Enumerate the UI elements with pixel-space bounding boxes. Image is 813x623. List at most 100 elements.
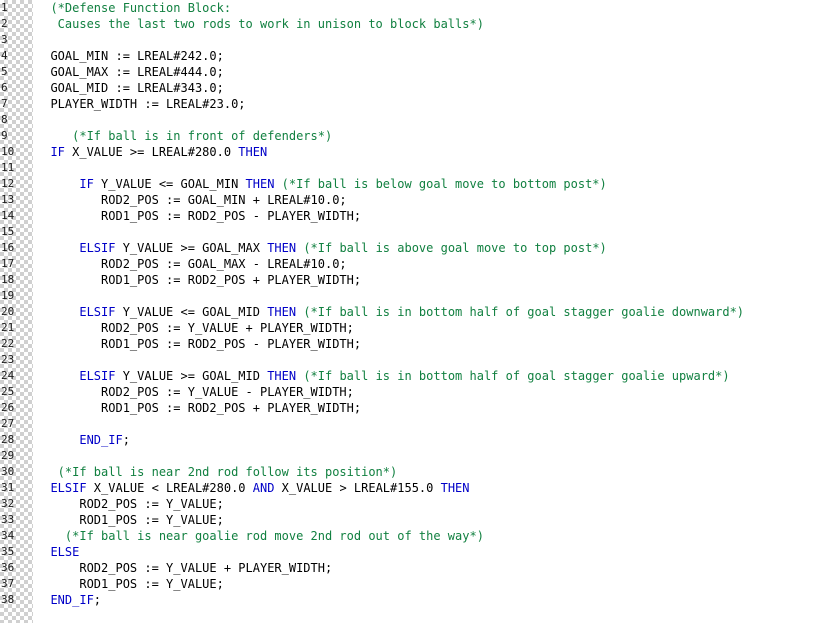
code-token-keyword: IF bbox=[36, 145, 65, 159]
code-token-plain: ROD1_POS := Y_VALUE; bbox=[36, 577, 224, 591]
code-token-keyword: END_IF bbox=[36, 433, 123, 447]
code-line[interactable]: END_IF; bbox=[36, 592, 813, 608]
line-number: 26 bbox=[1, 401, 15, 414]
code-line[interactable]: ROD1_POS := ROD2_POS + PLAYER_WIDTH; bbox=[36, 400, 813, 416]
code-token-keyword: ELSIF bbox=[36, 305, 116, 319]
code-token-plain: ROD1_POS := ROD2_POS - PLAYER_WIDTH; bbox=[36, 209, 362, 223]
code-token-plain: ROD1_POS := ROD2_POS + PLAYER_WIDTH; bbox=[36, 401, 362, 415]
code-line[interactable] bbox=[36, 160, 813, 176]
line-number: 15 bbox=[1, 225, 15, 238]
line-number: 36 bbox=[1, 561, 15, 574]
code-token-plain: ROD2_POS := Y_VALUE - PLAYER_WIDTH; bbox=[36, 385, 354, 399]
code-line[interactable]: ROD2_POS := GOAL_MAX - LREAL#10.0; bbox=[36, 256, 813, 272]
code-line[interactable]: ELSIF Y_VALUE >= GOAL_MID THEN (*If ball… bbox=[36, 368, 813, 384]
code-line[interactable]: ELSIF Y_VALUE <= GOAL_MID THEN (*If ball… bbox=[36, 304, 813, 320]
code-line[interactable]: (*Defense Function Block: bbox=[36, 0, 813, 16]
code-token-plain: GOAL_MAX := LREAL#444.0; bbox=[36, 65, 224, 79]
code-line[interactable]: ELSE bbox=[36, 544, 813, 560]
code-line[interactable]: ELSIF X_VALUE < LREAL#280.0 AND X_VALUE … bbox=[36, 480, 813, 496]
code-token-keyword: THEN bbox=[267, 305, 297, 319]
code-line[interactable]: ROD1_POS := Y_VALUE; bbox=[36, 576, 813, 592]
line-number: 21 bbox=[1, 321, 15, 334]
line-number: 22 bbox=[1, 337, 15, 350]
code-token-plain: ROD2_POS := GOAL_MAX - LREAL#10.0; bbox=[36, 257, 347, 271]
line-number: 30 bbox=[1, 465, 15, 478]
line-number: 34 bbox=[1, 529, 15, 542]
code-line[interactable]: ROD1_POS := Y_VALUE; bbox=[36, 512, 813, 528]
code-line[interactable]: ROD1_POS := ROD2_POS - PLAYER_WIDTH; bbox=[36, 208, 813, 224]
code-token-comment: Causes the last two rods to work in unis… bbox=[36, 17, 484, 31]
line-number: 5 bbox=[1, 65, 8, 78]
line-number: 38 bbox=[1, 593, 15, 606]
code-line[interactable]: ROD2_POS := Y_VALUE - PLAYER_WIDTH; bbox=[36, 384, 813, 400]
code-line[interactable]: Causes the last two rods to work in unis… bbox=[36, 16, 813, 32]
code-token-plain: GOAL_MIN := LREAL#242.0; bbox=[36, 49, 224, 63]
code-line[interactable] bbox=[36, 352, 813, 368]
code-line[interactable]: ROD1_POS := ROD2_POS - PLAYER_WIDTH; bbox=[36, 336, 813, 352]
code-line[interactable]: ROD2_POS := Y_VALUE + PLAYER_WIDTH; bbox=[36, 320, 813, 336]
line-number: 32 bbox=[1, 497, 15, 510]
code-line[interactable]: IF Y_VALUE <= GOAL_MIN THEN (*If ball is… bbox=[36, 176, 813, 192]
code-line[interactable] bbox=[36, 416, 813, 432]
code-line[interactable] bbox=[36, 224, 813, 240]
code-token-keyword: THEN bbox=[267, 369, 297, 383]
code-line[interactable]: GOAL_MAX := LREAL#444.0; bbox=[36, 64, 813, 80]
code-token-comment: (*If ball is in front of defenders*) bbox=[36, 129, 333, 143]
code-token-plain: ROD1_POS := ROD2_POS - PLAYER_WIDTH; bbox=[36, 337, 362, 351]
code-token-keyword: AND bbox=[252, 481, 275, 495]
code-line[interactable]: IF X_VALUE >= LREAL#280.0 THEN bbox=[36, 144, 813, 160]
code-line[interactable]: (*If ball is near 2nd rod follow its pos… bbox=[36, 464, 813, 480]
code-line[interactable] bbox=[36, 112, 813, 128]
line-number: 8 bbox=[1, 113, 8, 126]
code-line[interactable]: ROD2_POS := Y_VALUE + PLAYER_WIDTH; bbox=[36, 560, 813, 576]
code-token-keyword: ELSIF bbox=[36, 481, 87, 495]
code-line[interactable] bbox=[36, 448, 813, 464]
line-number: 19 bbox=[1, 289, 15, 302]
line-number: 10 bbox=[1, 145, 15, 158]
code-line[interactable]: ROD2_POS := Y_VALUE; bbox=[36, 496, 813, 512]
code-token-plain: X_VALUE > LREAL#155.0 bbox=[274, 481, 441, 495]
code-line[interactable]: (*If ball is near goalie rod move 2nd ro… bbox=[36, 528, 813, 544]
code-line[interactable]: GOAL_MIN := LREAL#242.0; bbox=[36, 48, 813, 64]
line-number: 6 bbox=[1, 81, 8, 94]
line-number: 1 bbox=[1, 1, 8, 14]
code-token-plain: Y_VALUE <= GOAL_MID bbox=[115, 305, 268, 319]
line-number: 7 bbox=[1, 97, 8, 110]
code-token-comment: (*Defense Function Block: bbox=[36, 1, 232, 15]
code-token-keyword: ELSIF bbox=[36, 369, 116, 383]
line-number: 25 bbox=[1, 385, 15, 398]
code-line[interactable] bbox=[36, 32, 813, 48]
line-number: 28 bbox=[1, 433, 15, 446]
code-line[interactable]: END_IF; bbox=[36, 432, 813, 448]
line-number: 20 bbox=[1, 305, 15, 318]
code-token-keyword: END_IF bbox=[36, 593, 94, 607]
line-number: 4 bbox=[1, 49, 8, 62]
code-line[interactable]: GOAL_MID := LREAL#343.0; bbox=[36, 80, 813, 96]
code-line[interactable]: ROD2_POS := GOAL_MIN + LREAL#10.0; bbox=[36, 192, 813, 208]
code-token-plain: GOAL_MID := LREAL#343.0; bbox=[36, 81, 224, 95]
code-token-keyword: IF bbox=[36, 177, 94, 191]
code-line[interactable] bbox=[36, 288, 813, 304]
code-token-plain: Y_VALUE >= GOAL_MAX bbox=[115, 241, 268, 255]
code-line[interactable]: (*If ball is in front of defenders*) bbox=[36, 128, 813, 144]
code-token-plain: X_VALUE >= LREAL#280.0 bbox=[64, 145, 239, 159]
code-line[interactable]: ROD1_POS := ROD2_POS + PLAYER_WIDTH; bbox=[36, 272, 813, 288]
line-number: 17 bbox=[1, 257, 15, 270]
code-token-comment: (*If ball is below goal move to bottom p… bbox=[274, 177, 607, 191]
code-line[interactable]: ELSIF Y_VALUE >= GOAL_MAX THEN (*If ball… bbox=[36, 240, 813, 256]
code-token-comment: (*If ball is near goalie rod move 2nd ro… bbox=[36, 529, 484, 543]
line-number: 2 bbox=[1, 17, 8, 30]
line-number: 37 bbox=[1, 577, 15, 590]
code-line[interactable]: PLAYER_WIDTH := LREAL#23.0; bbox=[36, 96, 813, 112]
code-token-keyword: THEN bbox=[440, 481, 470, 495]
code-token-keyword: THEN bbox=[238, 145, 268, 159]
code-text-area[interactable]: (*Defense Function Block: Causes the las… bbox=[33, 0, 813, 623]
code-token-keyword: ELSE bbox=[36, 545, 80, 559]
line-number: 33 bbox=[1, 513, 15, 526]
line-number-gutter[interactable]: 1 2 3 4 5 6 7 8 9 10 11 12 13 14 15 16 17 18 19 20 21 22 23 24 2… bbox=[0, 0, 33, 623]
code-editor[interactable]: 1 2 3 4 5 6 7 8 9 10 11 12 13 14 15 16 17 18 19 20 21 22 23 24 2… bbox=[0, 0, 813, 623]
code-token-comment: (*If ball is in bottom half of goal stag… bbox=[296, 369, 730, 383]
code-token-plain: ROD1_POS := ROD2_POS + PLAYER_WIDTH; bbox=[36, 273, 362, 287]
code-token-comment: (*If ball is above goal move to top post… bbox=[296, 241, 607, 255]
code-token-plain: Y_VALUE <= GOAL_MIN bbox=[93, 177, 246, 191]
